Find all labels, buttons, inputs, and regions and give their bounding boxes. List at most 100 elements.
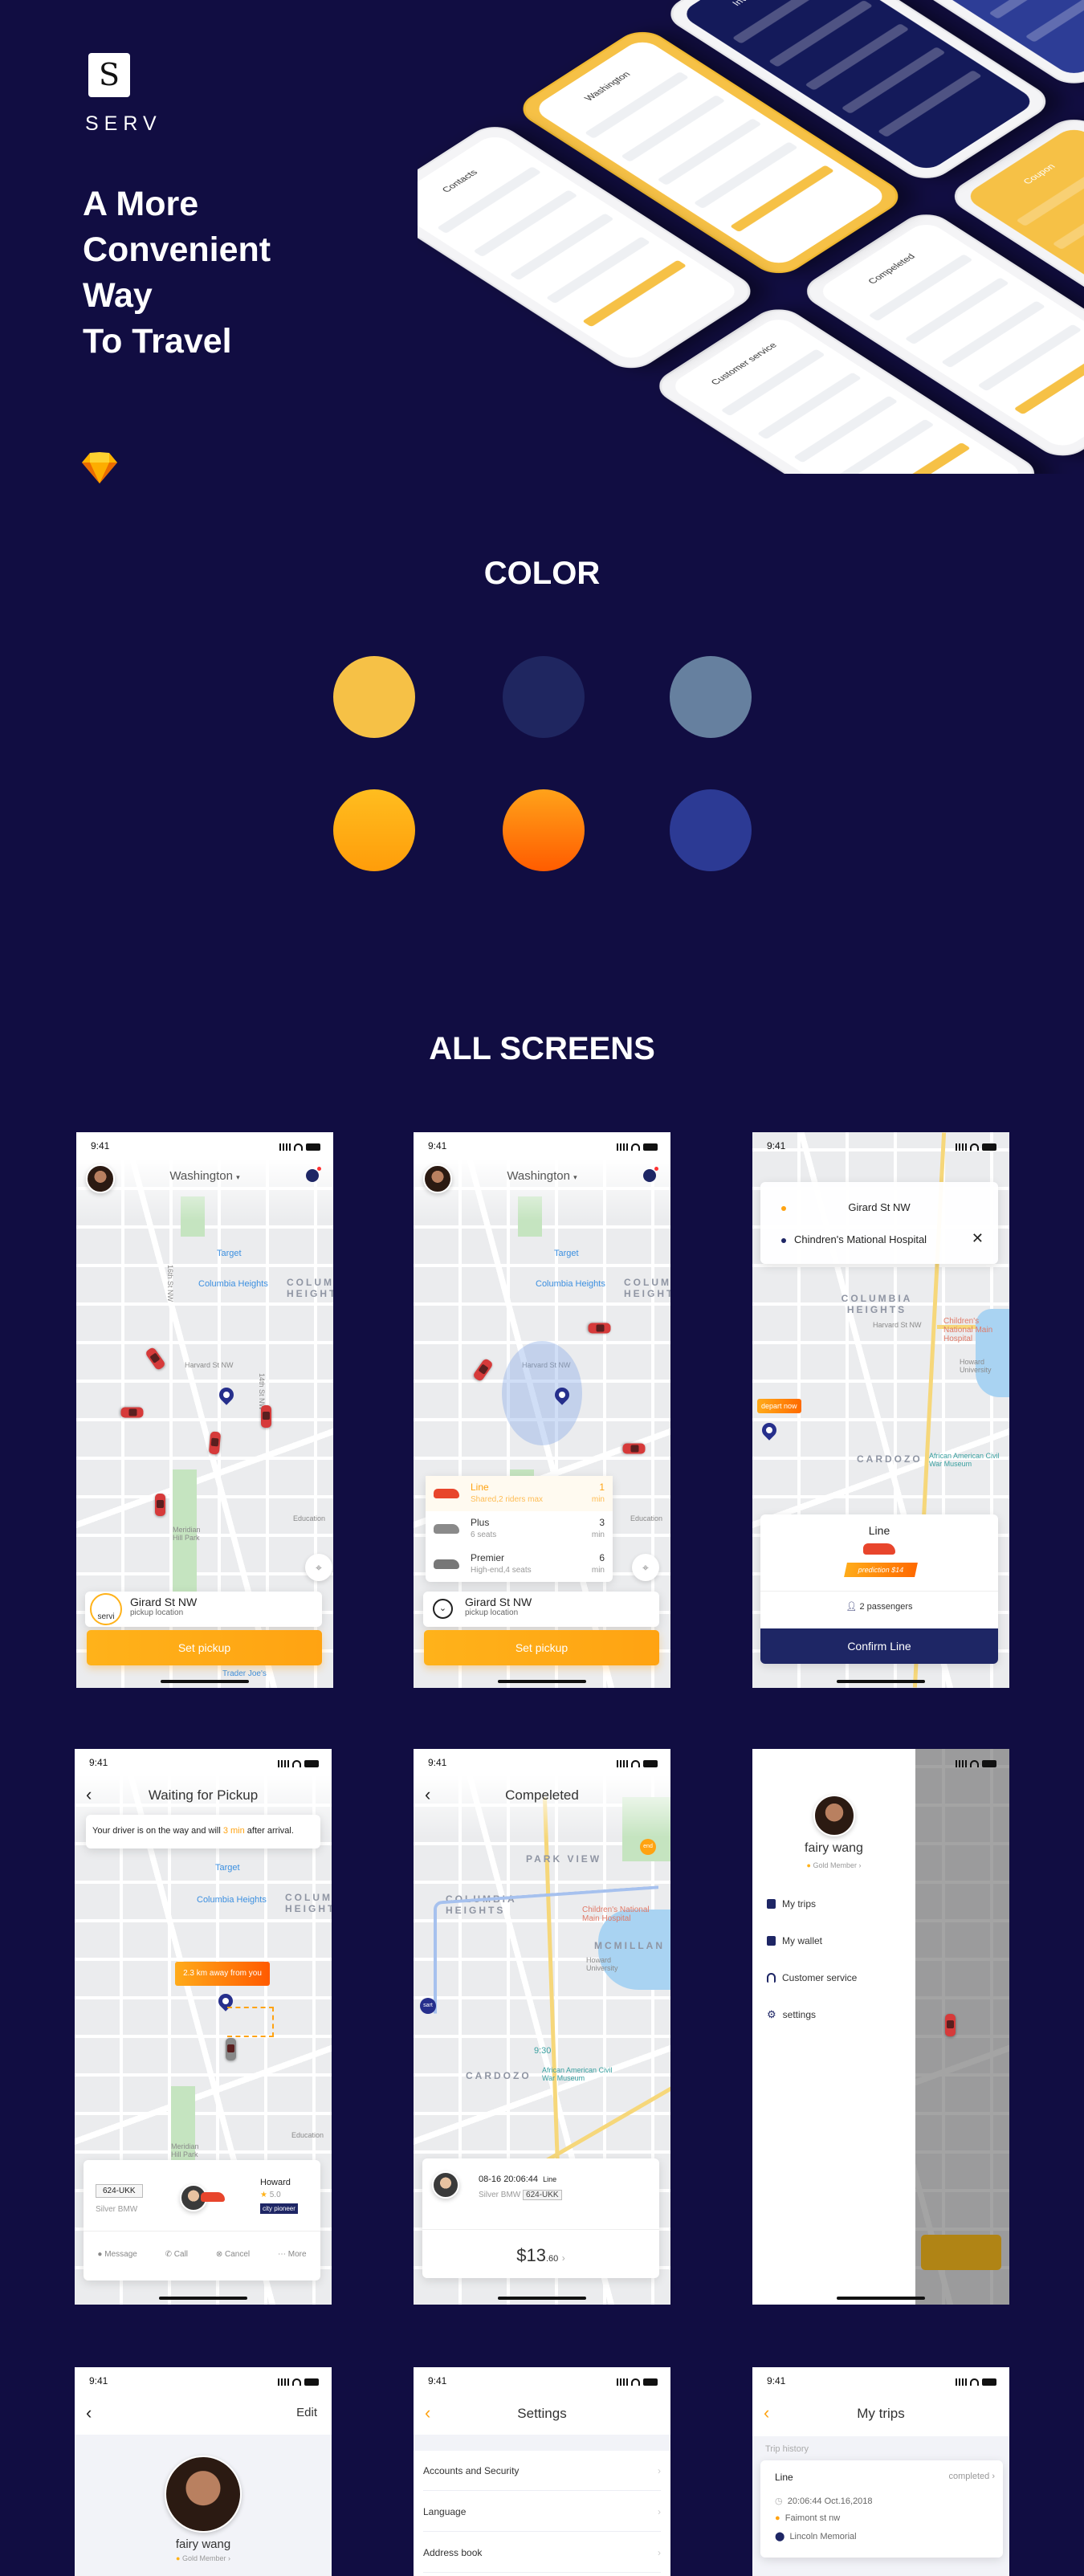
headline-line: To Travel [83,322,232,361]
status-bar: 9:41 [91,1140,320,1153]
pickup-location-card[interactable]: ⌄ Girard St NW pickup location [423,1592,659,1627]
locate-me-button[interactable]: ⌖ [632,1554,659,1581]
car-icon [434,1524,459,1534]
locate-me-button[interactable]: ⌖ [305,1554,332,1581]
battery-icon [982,1759,996,1767]
ride-eta-unit: min [591,1566,605,1575]
screen-settings: 9:41 ‹ Settings Accounts and Security › L… [414,2367,670,2576]
home-indicator [498,2297,586,2300]
ride-name: Line [471,1482,489,1493]
set-pickup-button[interactable]: Set pickup [424,1630,659,1665]
pickup-location-card[interactable]: servi Girard St NW pickup location [85,1592,322,1627]
car-marker [155,1494,165,1516]
serv-badge: servi [90,1593,122,1625]
edit-button[interactable]: Edit [296,2406,317,2419]
driver-name: Howard [260,2178,291,2187]
signal-icon [278,1759,289,1767]
ride-type: Line [775,2472,793,2483]
ride-name: Premier [471,1552,505,1563]
action-label: Cancel [225,2250,251,2259]
ride-option-line[interactable]: Line Shared,2 riders max 1 min [426,1476,613,1511]
trip-price[interactable]: $13.60 › [422,2245,659,2266]
car-icon [863,1543,895,1555]
chevron-right-icon: › [992,2472,995,2481]
chevron-down-icon: ▾ [236,1173,240,1181]
wifi-icon [970,1759,979,1767]
ride-eta-unit: min [591,1531,605,1539]
map-label: Education [293,1514,326,1522]
close-icon[interactable]: ✕ [972,1230,984,1247]
wifi-icon [631,2378,640,2386]
message-button[interactable]: ● Message [97,2250,137,2259]
ride-desc: High-end,4 seats [471,1566,532,1575]
signal-icon [279,1143,291,1151]
trip-datetime: 08-16 20:06:44 [479,2175,539,2184]
serv-logo: S [88,53,130,97]
menu-item-my-trips[interactable]: My trips [767,1898,816,1910]
brand-name: SERV [85,112,162,135]
status-time: 9:41 [428,1140,447,1151]
origin-dot-icon: ● [775,2513,780,2523]
map-label: COLUMBIA HEIGHTS [285,1892,332,1914]
settings-row-accounts-security[interactable]: Accounts and Security › [423,2451,661,2491]
all-screens-title: ALL SCREENS [429,1031,655,1066]
menu-item-settings[interactable]: ⚙ settings [767,2008,816,2021]
driver-rating: 5.0 [269,2191,281,2199]
call-button[interactable]: ✆ Call [165,2250,188,2259]
trip-destination: Lincoln Memorial [789,2532,857,2541]
driver-avatar [432,2171,459,2199]
hero-phone-title: Compeleted [865,251,918,286]
car-marker [945,2014,956,2036]
ride-name: Line [868,1524,890,1537]
city-selector[interactable]: Washington ▾ [414,1169,670,1183]
member-level[interactable]: ● Gold Member › [75,2554,332,2562]
settings-row-language[interactable]: Language › [423,2492,661,2532]
color-swatch-navy [503,656,585,738]
map-label: Columbia Heights [197,1895,267,1905]
set-pickup-button[interactable]: Set pickup [87,1630,322,1665]
hero-phone-title: Customer service [707,340,780,387]
end-marker: end [640,1839,656,1855]
settings-row-address-book[interactable]: Address book › [423,2533,661,2573]
map-label: Target [215,1863,240,1873]
back-button[interactable]: ‹ [86,2403,92,2423]
city-selector[interactable]: Washington ▾ [76,1169,333,1183]
chat-icon[interactable] [306,1167,321,1182]
city-name: Washington [507,1169,570,1183]
passengers-selector[interactable]: 👤︎ 2 passengers [760,1601,998,1612]
row-label: Accounts and Security [423,2464,520,2476]
wifi-icon [294,1143,303,1151]
avatar[interactable] [813,1795,855,1836]
signal-icon [956,2378,967,2386]
destination-field[interactable]: Chindren's Mational Hospital [794,1233,927,1245]
map-label: African American Civil War Museum [542,2066,613,2082]
car-model: Silver BMW [479,2191,521,2199]
confirm-line-button[interactable]: Confirm Line [760,1628,998,1664]
page-title: Compeleted [505,1787,579,1803]
menu-item-my-wallet[interactable]: My wallet [767,1935,822,1946]
distance-tag: 2.3 km away from you [175,1962,270,1986]
ride-option-plus[interactable]: Plus 6 seats 3 min [426,1511,613,1547]
cancel-button[interactable]: ⊗ Cancel [216,2250,250,2259]
menu-label: settings [782,2009,817,2020]
wifi-icon [631,1143,640,1151]
menu-item-customer-service[interactable]: Customer service [767,1972,857,1983]
more-button[interactable]: ⋯ More [278,2250,307,2259]
map-label: COLUMBIA HEIGHTS [624,1277,670,1299]
clock-icon: ◷ [775,2497,783,2506]
status-bar: 9:41 [767,2375,996,2388]
avatar[interactable] [165,2456,242,2533]
map-label: Children's National Main Hospital [943,1317,993,1343]
screen-confirm-ride: COLUMBIA HEIGHTS Harvard St NW Children'… [752,1132,1009,1688]
chat-icon[interactable] [643,1167,658,1182]
trip-card[interactable]: Line completed › ◷ 20:06:44 Oct.16,2018 … [760,2460,1003,2558]
status-time: 9:41 [767,2375,786,2386]
ride-option-premier[interactable]: Premier High-end,4 seats 6 min [426,1547,613,1582]
car-marker [208,1431,222,1455]
status-time: 9:41 [89,2375,108,2386]
color-swatch-royal-blue [670,789,752,871]
member-level[interactable]: ● Gold Member › [752,1861,915,1869]
origin-field[interactable]: Girard St NW [760,1201,998,1213]
action-label: Message [104,2250,137,2259]
chevron-down-circle-icon[interactable]: ⌄ [433,1599,453,1619]
